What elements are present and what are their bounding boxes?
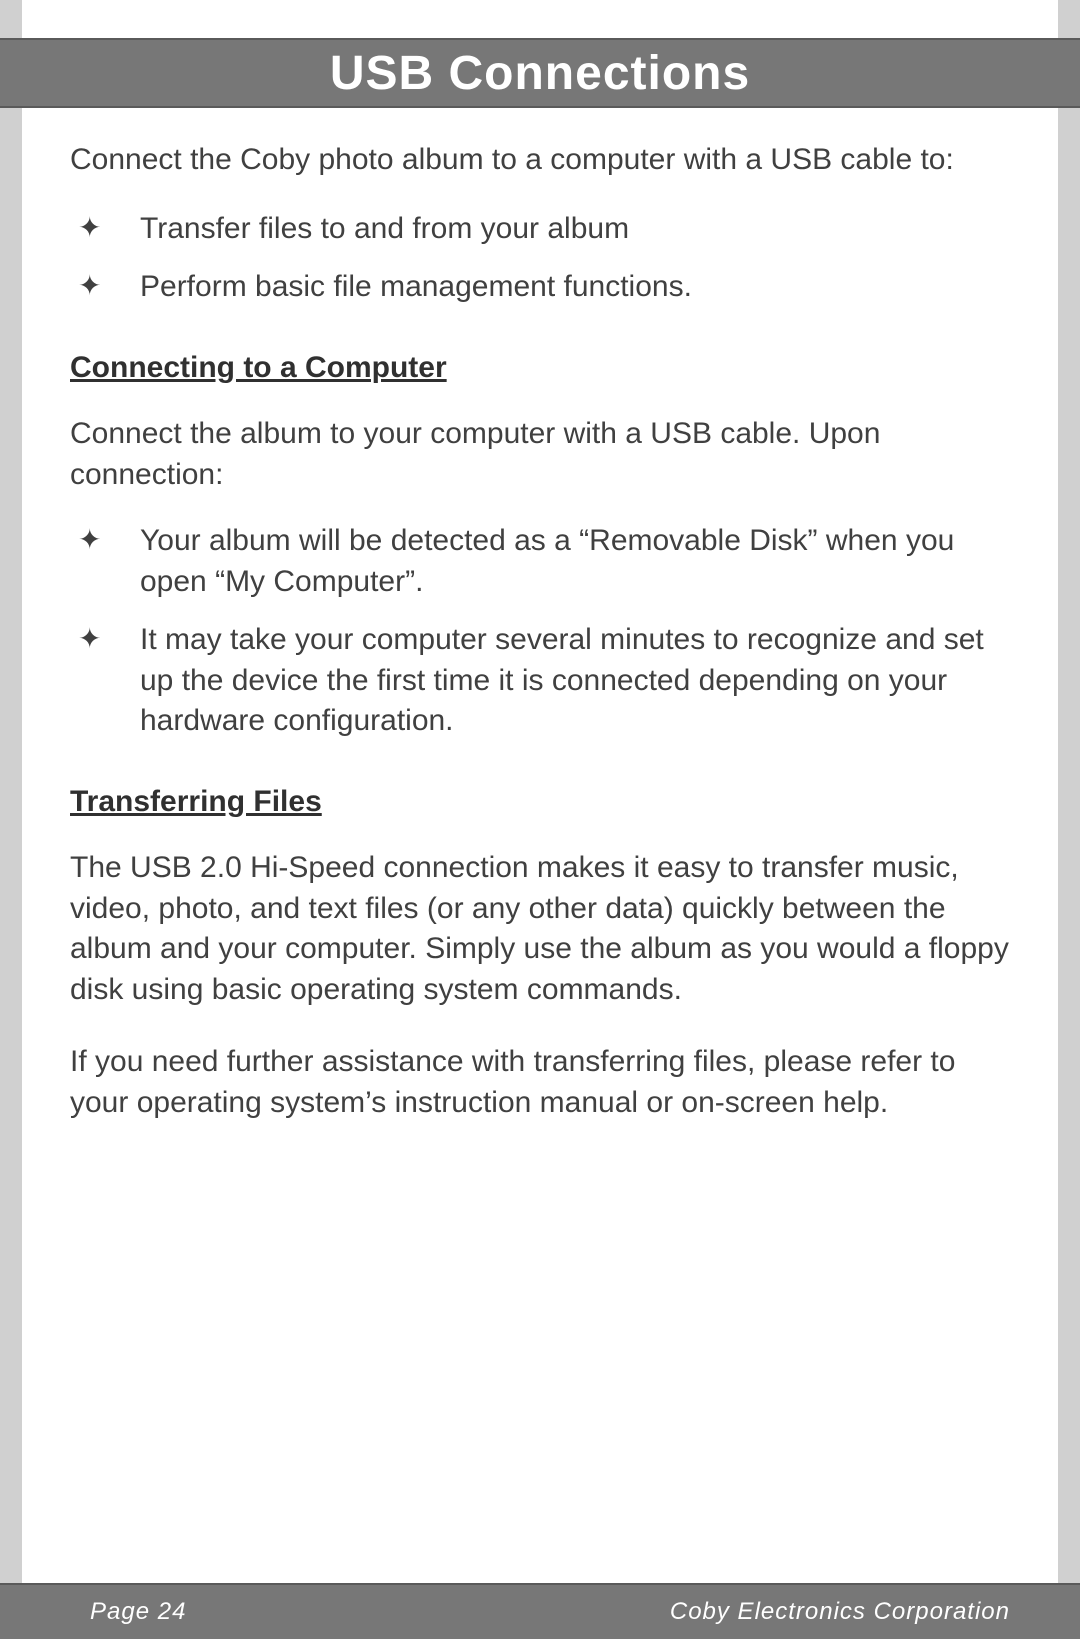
section2-paragraph2: If you need further assistance with tran… [70,1042,1020,1123]
section2-paragraph1: The USB 2.0 Hi-Speed connection makes it… [70,848,1020,1010]
intro-paragraph: Connect the Coby photo album to a comput… [70,140,1020,181]
list-item: It may take your computer several minute… [70,620,1020,742]
content-area: Connect the Coby photo album to a comput… [70,140,1020,1155]
section-heading-transferring: Transferring Files [70,782,1020,823]
page-title: USB Connections [330,46,750,101]
footer-bar: Page 24 Coby Electronics Corporation [0,1583,1080,1639]
section-heading-connecting: Connecting to a Computer [70,348,1020,389]
title-bar: USB Connections [0,38,1080,108]
footer-page-number: Page 24 [90,1598,186,1626]
section1-paragraph: Connect the album to your computer with … [70,414,1020,495]
list-item: Perform basic file management functions. [70,267,1020,308]
footer-company: Coby Electronics Corporation [670,1598,1010,1626]
intro-bullet-list: Transfer files to and from your album Pe… [70,209,1020,308]
list-item: Your album will be detected as a “Remova… [70,521,1020,602]
section1-bullet-list: Your album will be detected as a “Remova… [70,521,1020,742]
list-item: Transfer files to and from your album [70,209,1020,250]
